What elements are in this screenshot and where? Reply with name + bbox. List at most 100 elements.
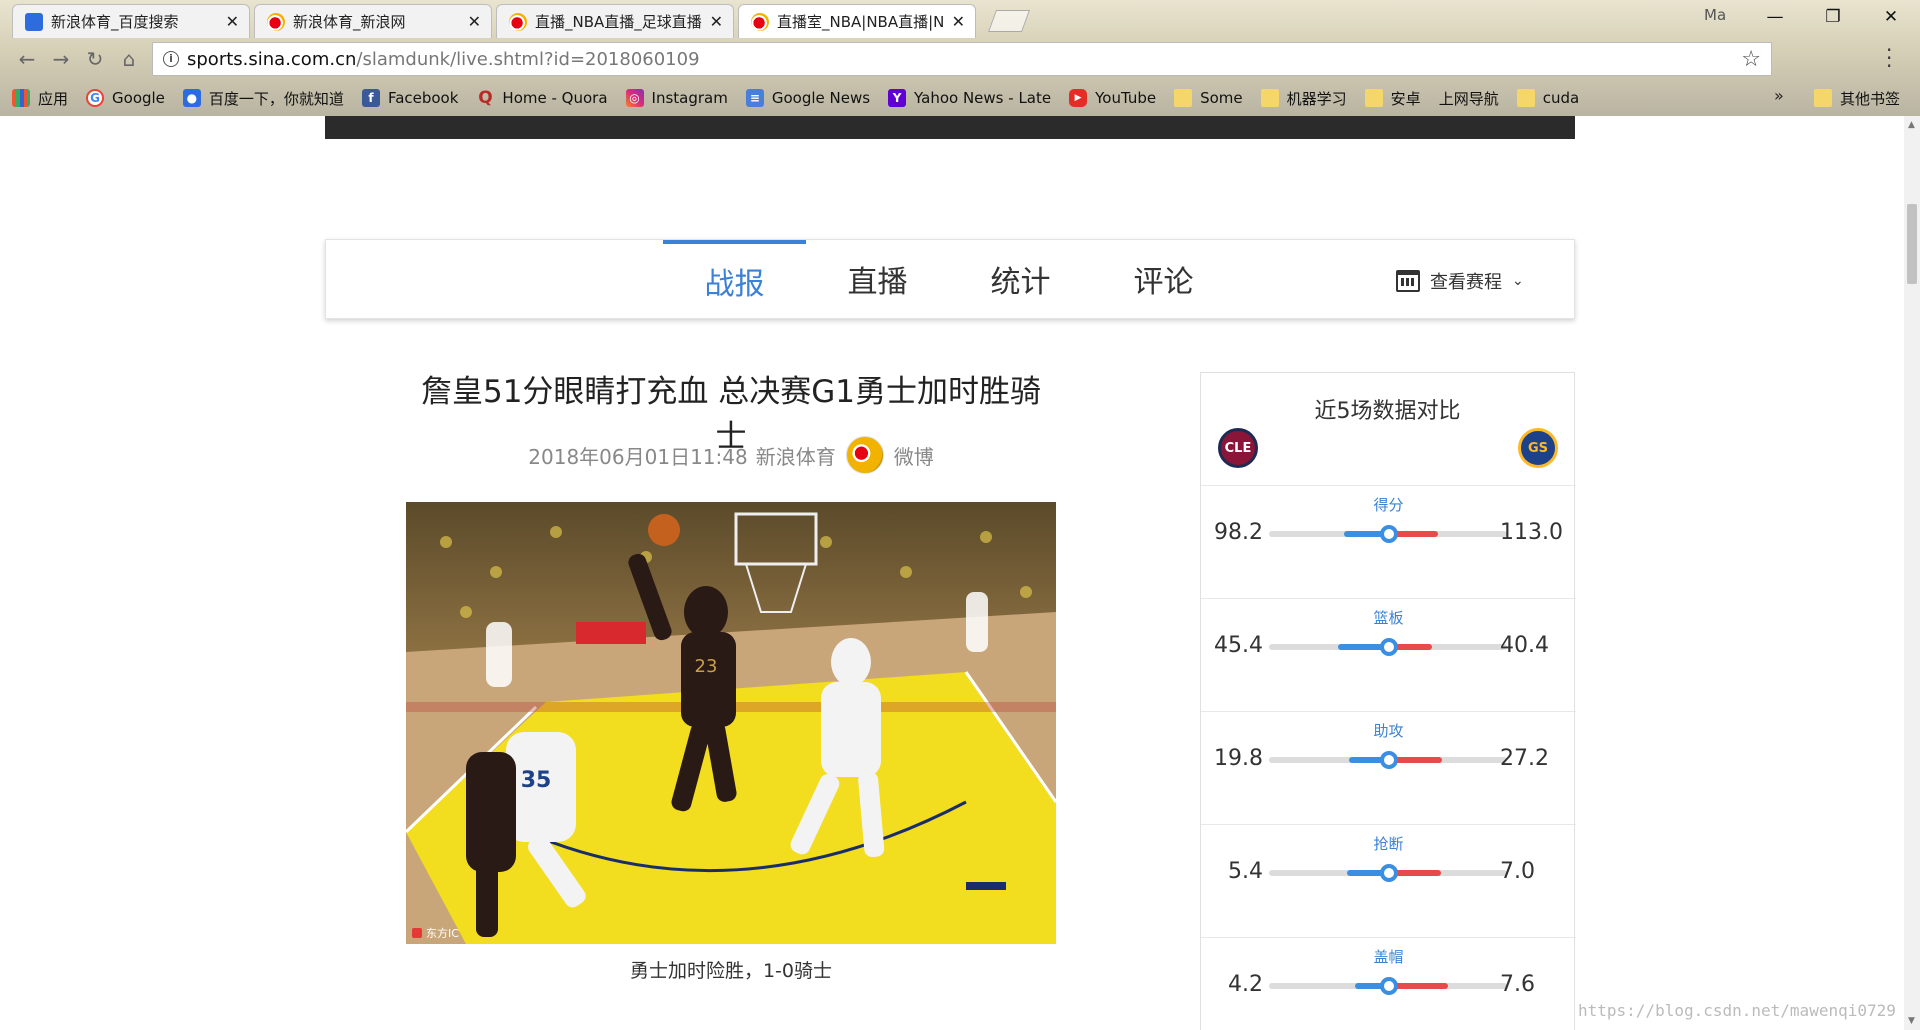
bookmark-label: Home - Quora [502,89,608,107]
quora-icon: Q [478,88,493,108]
stat-row: 抢断 5.4 7.0 [1201,824,1576,937]
bookmark-yahoo[interactable]: Y Yahoo News - Late [888,89,1051,107]
folder-icon [1814,89,1832,107]
bookmark-apps[interactable]: 应用 [12,88,68,109]
team-stats-card: 近5场数据对比 CLE GS 得分 98.2 113.0 篮板 45.4 40.4 助攻 19… [1200,372,1576,1030]
back-icon[interactable]: ← [12,44,42,74]
left-team-value: 5.4 [1228,859,1263,884]
scroll-up-icon[interactable]: ▲ [1908,120,1915,130]
scrollbar-thumb[interactable] [1907,204,1917,284]
bookmark-label: Facebook [387,89,459,107]
stat-label: 抢断 [1373,835,1404,853]
profile-label[interactable]: Ma [1704,6,1726,24]
chevron-down-icon: ⌄ [1512,273,1524,289]
photo-caption: 勇士加时险胜，1-0骑士 [629,960,833,982]
yahoo-icon: Y [888,89,907,107]
close-icon[interactable]: ✕ [710,12,723,31]
stat-row: 助攻 19.8 27.2 [1201,711,1576,824]
bookmark-folder-cuda[interactable]: cuda [1516,89,1579,107]
tab-comments[interactable]: 评论 [1092,240,1235,318]
stat-label: 助攻 [1373,722,1404,740]
baidu-paw-icon [25,12,43,31]
bookmark-quora[interactable]: Q Home - Quora [476,88,608,108]
scroll-down-icon[interactable]: ▼ [1908,1016,1915,1026]
bookmark-facebook[interactable]: f Facebook [361,89,459,107]
match-nav: 战报 直播 统计 评论 查看赛程 ⌄ [325,239,1575,319]
google-icon: G [86,89,105,107]
browser-tab-sina[interactable]: 新浪体育_新浪网 ✕ [254,4,492,38]
browser-chrome: 新浪体育_百度搜索 ✕ 新浪体育_新浪网 ✕ 直播_NBA直播_足球直播 ✕ 直… [0,0,1920,116]
tab-report[interactable]: 战报 [663,240,806,318]
svg-text:35: 35 [521,768,552,793]
minimize-button[interactable]: — [1746,0,1804,34]
article-meta: 2018年06月01日11:48 新浪体育 微博 [406,436,1056,474]
stat-row: 篮板 45.4 40.4 [1201,598,1576,711]
browser-tab-live[interactable]: 直播_NBA直播_足球直播 ✕ [496,4,734,38]
close-icon[interactable]: ✕ [226,12,239,31]
page-scrollbar[interactable]: ▲ ▼ [1904,116,1920,1030]
restore-button[interactable]: ❐ [1804,0,1862,34]
bookmark-label: 其他书签 [1840,89,1901,108]
bookmarks-bar: 应用 G Google ● 百度一下，你就知道 f Facebook Q Hom… [0,82,1920,114]
article-source[interactable]: 新浪体育 [756,441,836,470]
bookmark-label: 安卓 [1390,89,1421,108]
reload-icon[interactable]: ↻ [80,44,110,74]
address-bar[interactable]: i sports.sina.com.cn /slamdunk/live.shtm… [152,42,1772,76]
tab-live[interactable]: 直播 [806,240,949,318]
close-window-button[interactable]: ✕ [1862,0,1920,34]
folder-icon [1174,89,1193,107]
browser-menu-icon[interactable]: · · · [1886,40,1892,76]
comparison-track [1269,864,1507,882]
bookmark-star-icon[interactable]: ☆ [1741,47,1761,72]
folder-icon [1364,89,1383,107]
bookmark-label: Yahoo News - Late [914,89,1052,107]
right-team-value: 7.6 [1500,972,1535,997]
left-team-value: 98.2 [1214,520,1263,545]
new-tab-button[interactable] [987,10,1031,32]
weibo-avatar-icon[interactable] [845,436,884,474]
sina-weibo-icon [267,12,285,31]
basketball-scene-image: 23 35 [406,502,1056,944]
comparison-track [1269,751,1507,769]
right-team-value: 27.2 [1500,746,1549,771]
close-icon[interactable]: ✕ [952,12,965,31]
tab-stats[interactable]: 统计 [949,240,1092,318]
bookmark-nav[interactable]: 上网导航 [1439,88,1499,109]
tab-title: 新浪体育_百度搜索 [51,13,179,31]
close-icon[interactable]: ✕ [468,12,481,31]
photo-credit: 东方IC [426,927,459,940]
cavaliers-logo[interactable]: CLE [1218,428,1258,468]
baidu-paw-icon: ● [182,89,201,107]
comparison-knob [1380,638,1398,656]
bookmark-folder-some[interactable]: Some [1174,89,1243,107]
site-info-icon[interactable]: i [163,51,179,67]
bookmark-google-news[interactable]: ≡ Google News [745,89,871,107]
svg-text:23: 23 [695,656,718,677]
bookmark-label: Instagram [651,89,728,107]
warriors-logo[interactable]: GS [1518,428,1558,468]
schedule-dropdown[interactable]: 查看赛程 ⌄ [1396,268,1524,294]
bookmark-label: Google [112,89,165,107]
comparison-track [1269,525,1507,543]
browser-tab-live-room[interactable]: 直播室_NBA|NBA直播|N ✕ [738,4,976,38]
browser-tab-baidu[interactable]: 新浪体育_百度搜索 ✕ [12,4,250,38]
bookmark-baidu[interactable]: ● 百度一下，你就知道 [182,88,344,109]
stat-row: 盖帽 4.2 7.6 [1201,937,1576,1030]
weibo-link[interactable]: 微博 [894,441,934,470]
bookmark-folder-android[interactable]: 安卓 [1364,88,1421,109]
bookmark-label: 机器学习 [1286,89,1347,108]
bookmark-label: Google News [771,89,871,107]
bookmark-google[interactable]: G Google [86,89,165,107]
sina-weibo-icon [509,12,527,31]
home-icon[interactable]: ⌂ [114,44,144,74]
calendar-icon [1396,270,1420,292]
bookmark-youtube[interactable]: ▶ YouTube [1069,89,1156,107]
bookmark-other-folder[interactable]: 其他书签 [1814,82,1918,114]
left-team-value: 45.4 [1214,633,1263,658]
bookmarks-overflow-button[interactable]: » [1774,86,1784,105]
tab-strip: 新浪体育_百度搜索 ✕ 新浪体育_新浪网 ✕ 直播_NBA直播_足球直播 ✕ 直… [0,0,1920,38]
google-news-icon: ≡ [745,89,764,107]
bookmark-folder-ml[interactable]: 机器学习 [1260,88,1347,109]
forward-icon[interactable]: → [46,44,76,74]
bookmark-instagram[interactable]: ◎ Instagram [625,89,728,107]
